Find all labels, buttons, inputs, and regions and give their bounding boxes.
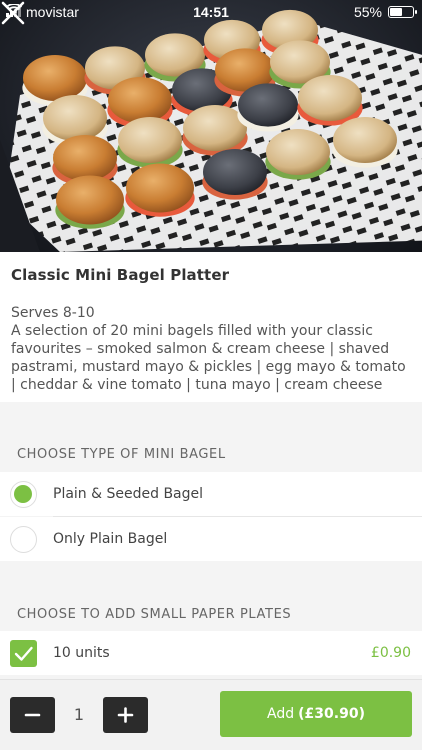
checkbox-checked[interactable] xyxy=(10,639,37,667)
minus-icon xyxy=(24,713,41,717)
option-price: £0.90 xyxy=(370,645,411,661)
increase-quantity-button[interactable] xyxy=(103,697,148,733)
bagel-type-header: CHOOSE TYPE OF MINI BAGEL xyxy=(17,447,226,462)
bottom-bar: 1 Add (£30.90) xyxy=(0,679,422,750)
hero-image: movistar 14:51 55% xyxy=(0,0,422,252)
radio-selected[interactable] xyxy=(10,480,37,508)
option-label: 10 units xyxy=(53,645,110,661)
bagel-platter-illustration xyxy=(0,9,422,252)
plus-icon xyxy=(117,707,134,723)
add-amount: (£30.90) xyxy=(298,706,365,722)
option-10-units[interactable]: 10 units £0.90 xyxy=(0,631,422,675)
radio-unselected[interactable] xyxy=(10,525,37,553)
option-label: Only Plain Bagel xyxy=(53,531,168,547)
checkmark-icon xyxy=(14,646,33,661)
status-bar: movistar 14:51 55% xyxy=(0,0,422,24)
product-info: Classic Mini Bagel Platter Serves 8-10 A… xyxy=(0,252,422,402)
close-icon[interactable] xyxy=(0,0,26,26)
option-only-plain[interactable]: Only Plain Bagel xyxy=(0,517,422,561)
option-label: Plain & Seeded Bagel xyxy=(53,486,204,502)
product-description: A selection of 20 mini bagels filled wit… xyxy=(11,323,406,393)
add-label: Add xyxy=(267,706,295,722)
serves-text: Serves 8-10 xyxy=(11,305,95,321)
product-title: Classic Mini Bagel Platter xyxy=(11,266,230,284)
battery-fill xyxy=(390,8,402,16)
battery-icon xyxy=(388,6,417,18)
decrease-quantity-button[interactable] xyxy=(10,697,55,733)
plates-header: CHOOSE TO ADD SMALL PAPER PLATES xyxy=(17,607,292,622)
option-plain-seeded[interactable]: Plain & Seeded Bagel xyxy=(0,472,422,516)
quantity-value: 1 xyxy=(73,705,85,724)
add-to-basket-button[interactable]: Add (£30.90) xyxy=(220,691,412,737)
battery-percent: 55% xyxy=(353,4,382,20)
